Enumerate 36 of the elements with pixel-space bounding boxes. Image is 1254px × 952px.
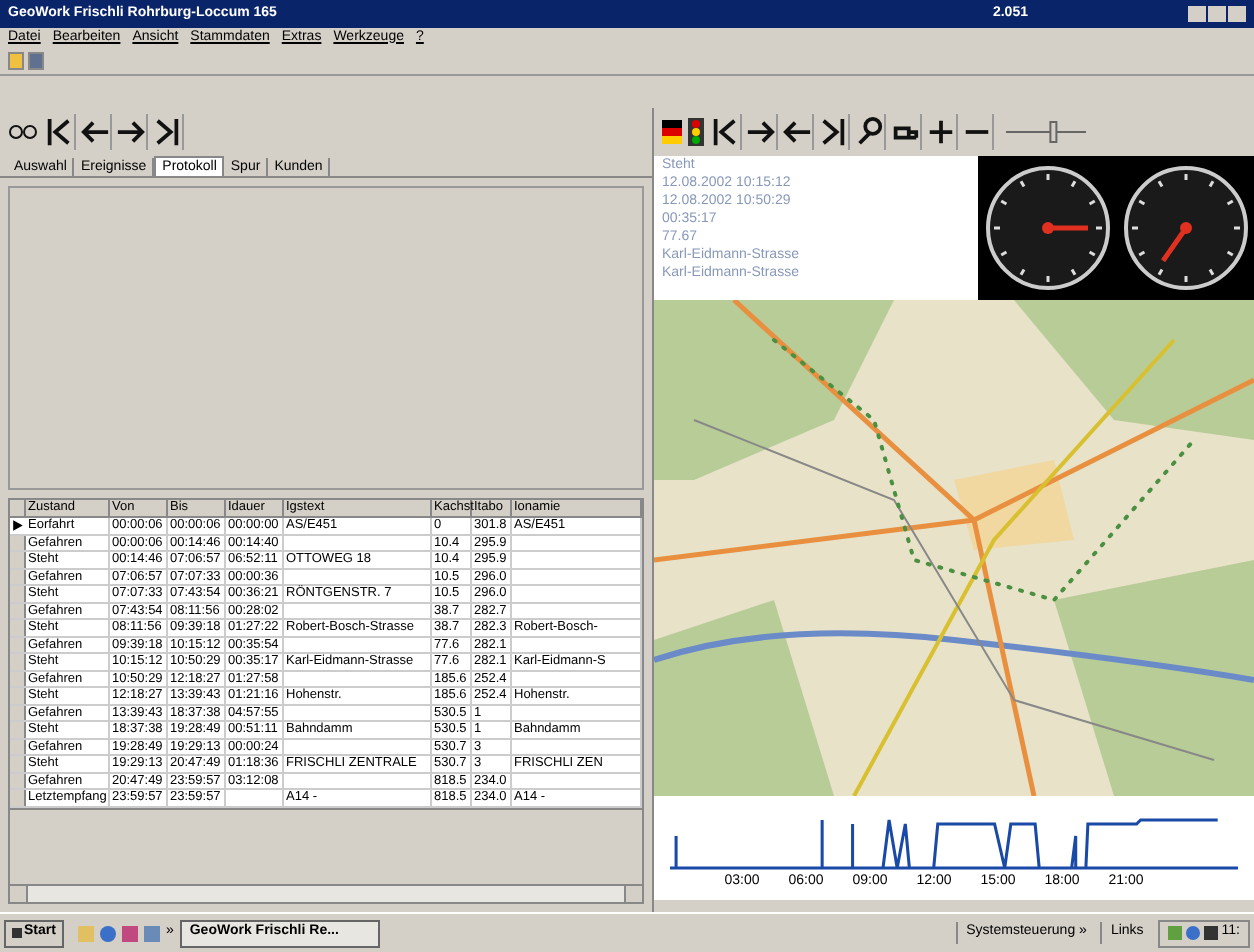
search-icon[interactable]: [854, 114, 886, 150]
row-header[interactable]: [10, 552, 26, 567]
last-icon[interactable]: [818, 114, 850, 150]
save-icon[interactable]: [28, 52, 44, 70]
last-icon[interactable]: [152, 114, 184, 150]
minus-icon[interactable]: [962, 114, 994, 150]
arrow-left-icon[interactable]: [80, 114, 112, 150]
row-header[interactable]: [10, 790, 26, 805]
first-icon[interactable]: [710, 114, 742, 150]
arrow-left-icon[interactable]: [782, 114, 814, 150]
arrow-right-icon[interactable]: [746, 114, 778, 150]
slider-thumb[interactable]: [1049, 121, 1058, 143]
row-header[interactable]: [10, 688, 26, 703]
row-header[interactable]: [10, 586, 26, 601]
row-pointer-icon[interactable]: [10, 518, 26, 533]
zoom-slider[interactable]: [1006, 116, 1086, 148]
scroll-left-icon[interactable]: [10, 886, 28, 902]
windows-logo-icon: [12, 928, 22, 938]
gauge-drawing: [1121, 164, 1249, 292]
first-icon[interactable]: [44, 114, 76, 150]
traffic-light-icon[interactable]: [686, 116, 706, 148]
row-header[interactable]: [10, 620, 26, 635]
monitor-icon[interactable]: [143, 925, 160, 941]
scroll-right-icon[interactable]: [624, 886, 642, 902]
open-icon[interactable]: [8, 52, 24, 70]
gauge-drawing: [983, 164, 1111, 292]
binoculars-icon[interactable]: [8, 122, 40, 142]
browser-icon[interactable]: [99, 925, 116, 941]
arrow-right-icon[interactable]: [116, 114, 148, 150]
row-header[interactable]: [10, 654, 26, 669]
app-icon[interactable]: [121, 925, 138, 941]
plus-icon[interactable]: [926, 114, 958, 150]
row-header[interactable]: [10, 756, 26, 771]
horizontal-scrollbar[interactable]: [8, 884, 644, 904]
flag-icon[interactable]: [662, 116, 682, 148]
row-header[interactable]: [10, 722, 26, 737]
